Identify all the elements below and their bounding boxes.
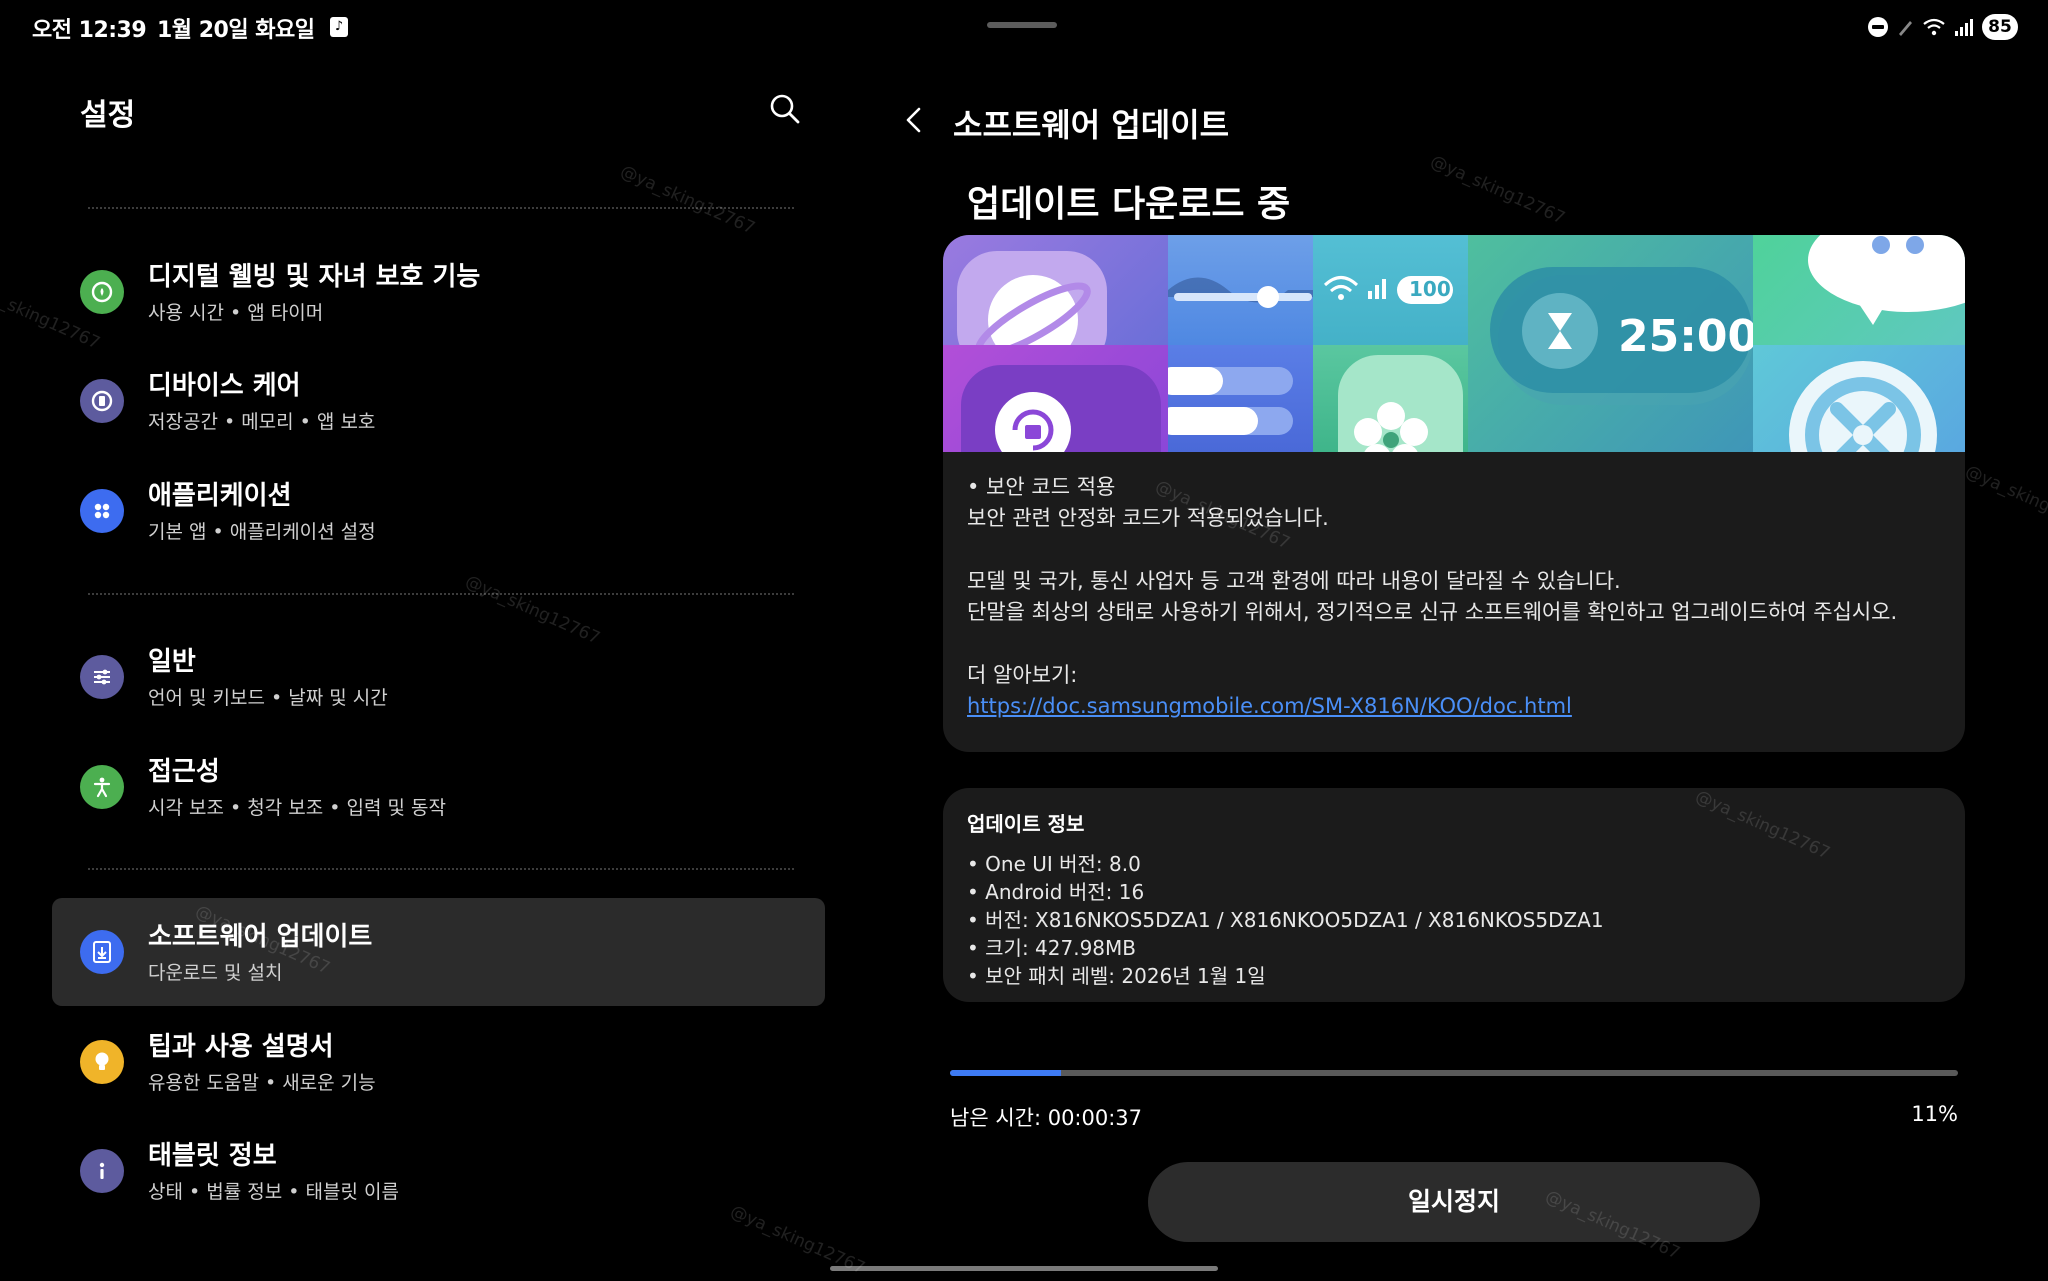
search-button[interactable] — [765, 90, 805, 130]
pen-icon — [1899, 21, 1912, 36]
banner-tile: 100 — [1313, 235, 1468, 345]
menu-item-title: 애플리케이션 — [148, 481, 292, 511]
banner-tile: 25:00 — [1468, 235, 1758, 452]
chat-bubble-icon — [1808, 235, 1965, 325]
menu-item-subtitle: 저장공간 • 메모리 • 앱 보호 — [148, 411, 376, 433]
update-info-title: 업데이트 정보 — [967, 812, 1085, 836]
menu-item-title: 디지털 웰빙 및 자녀 보호 기능 — [148, 262, 481, 292]
release-note-line: 단말을 최상의 상태로 사용하기 위해서, 정기적으로 신규 소프트웨어를 확인… — [967, 600, 1898, 624]
software-update-icon — [80, 930, 124, 974]
download-status-title: 업데이트 다운로드 중 — [967, 184, 1291, 225]
info-icon — [80, 1149, 124, 1193]
release-notes: • 보안 코드 적용 보안 관련 안정화 코드가 적용되었습니다. 모델 및 국… — [943, 452, 1965, 722]
menu-item-title: 디바이스 케어 — [148, 371, 301, 401]
menu-item-general[interactable]: 일반 언어 및 키보드 • 날짜 및 시간 — [52, 623, 825, 731]
menu-item-tips[interactable]: 팁과 사용 설명서 유용한 도움말 • 새로운 기능 — [52, 1008, 825, 1116]
status-icons: 85 — [1868, 14, 2018, 40]
menu-item-device-care[interactable]: 디바이스 케어 저장공간 • 메모리 • 앱 보호 — [52, 347, 825, 455]
menu-item-applications[interactable]: 애플리케이션 기본 앱 • 애플리케이션 설정 — [52, 457, 825, 565]
pause-button[interactable]: 일시정지 — [1148, 1162, 1760, 1242]
menu-item-subtitle: 기본 앱 • 애플리케이션 설정 — [148, 521, 376, 543]
watermark: @ya_sking12767 — [617, 161, 758, 239]
settings-title: 설정 — [80, 98, 136, 133]
divider — [88, 868, 794, 870]
update-info-item: • 크기: 427.98MB — [967, 936, 1137, 960]
menu-item-subtitle: 상태 • 법률 정보 • 태블릿 이름 — [148, 1181, 399, 1203]
banner-tile — [943, 345, 1168, 452]
banner-tile — [1168, 235, 1313, 345]
banner-timer: 25:00 — [1618, 311, 1759, 362]
do-not-disturb-icon — [1868, 17, 1888, 37]
progress-percent: 11% — [1911, 1102, 1958, 1126]
update-info-item: • 보안 패치 레벨: 2026년 1월 1일 — [967, 964, 1266, 988]
download-progress-bar — [950, 1070, 1958, 1076]
update-info-item: • 버전: X816NKOS5DZA1 / X816NKOO5DZA1 / X8… — [967, 908, 1604, 932]
menu-item-title: 일반 — [148, 647, 196, 677]
update-info-item: • Android 버전: 16 — [967, 880, 1145, 904]
page-title: 소프트웨어 업데이트 — [953, 106, 1230, 144]
banner-tile — [1313, 345, 1468, 452]
flower-icon — [1338, 355, 1463, 452]
gear-icon — [1789, 361, 1937, 452]
menu-item-subtitle: 시각 보조 • 청각 보조 • 입력 및 동작 — [148, 797, 446, 819]
banner-battery-value: 100 — [1409, 277, 1451, 301]
navigation-handle[interactable] — [830, 1266, 1218, 1271]
menu-item-digital-wellbeing[interactable]: 디지털 웰빙 및 자녀 보호 기능 사용 시간 • 앱 타이머 — [52, 238, 825, 346]
menu-item-subtitle: 유용한 도움말 • 새로운 기능 — [148, 1072, 376, 1094]
menu-item-software-update[interactable]: 소프트웨어 업데이트 다운로드 및 설치 — [52, 898, 825, 1006]
planet-icon — [957, 251, 1107, 371]
status-time: 오전 12:39 — [32, 18, 147, 43]
menu-item-subtitle: 다운로드 및 설치 — [148, 962, 283, 984]
search-icon — [770, 94, 800, 124]
menu-item-title: 팁과 사용 설명서 — [148, 1032, 334, 1062]
banner-tile — [1158, 345, 1313, 452]
status-date: 1월 20일 화요일 — [157, 18, 315, 43]
rotation-lock-icon — [961, 365, 1161, 452]
release-note-bullet: • 보안 코드 적용 — [967, 475, 1116, 499]
banner-tile — [1753, 235, 1965, 345]
watermark: @ya_sking12767 — [1962, 461, 2048, 539]
banner-tile — [1753, 345, 1965, 452]
update-info-list: • One UI 버전: 8.0 • Android 버전: 16 • 버전: … — [967, 850, 1604, 990]
apps-icon — [80, 489, 124, 533]
menu-item-subtitle: 사용 시간 • 앱 타이머 — [148, 302, 324, 324]
device-care-icon — [80, 379, 124, 423]
release-note-line: 보안 관련 안정화 코드가 적용되었습니다. — [967, 506, 1329, 530]
menu-item-tablet-info[interactable]: 태블릿 정보 상태 • 법률 정보 • 태블릿 이름 — [52, 1117, 825, 1225]
signal-icon — [1955, 19, 1973, 36]
update-info-item: • One UI 버전: 8.0 — [967, 852, 1141, 876]
learn-more-label: 더 알아보기: — [967, 663, 1078, 687]
menu-item-accessibility[interactable]: 접근성 시각 보조 • 청각 보조 • 입력 및 동작 — [52, 733, 825, 841]
tips-icon — [80, 1040, 124, 1084]
chevron-left-icon — [906, 107, 921, 133]
menu-item-title: 접근성 — [148, 757, 220, 787]
digital-wellbeing-icon — [80, 270, 124, 314]
banner-tile — [943, 235, 1168, 371]
release-notes-card: 100 25:00 • 보안 코드 적용 보안 관련 안정화 코드가 적용되었습… — [943, 235, 1965, 752]
window-handle[interactable] — [987, 22, 1057, 28]
accessibility-icon — [80, 765, 124, 809]
learn-more-link[interactable]: https://doc.samsungmobile.com/SM-X816N/K… — [967, 694, 1572, 718]
menu-item-subtitle: 언어 및 키보드 • 날짜 및 시간 — [148, 687, 388, 709]
divider — [88, 593, 794, 595]
slider-icon — [1168, 277, 1313, 308]
menu-item-title: 태블릿 정보 — [148, 1141, 277, 1171]
wifi-icon — [1923, 18, 1945, 36]
remaining-time: 남은 시간: 00:00:37 — [950, 1106, 1143, 1130]
watermark: @ya_sking12767 — [1427, 151, 1568, 229]
update-info-card: 업데이트 정보 • One UI 버전: 8.0 • Android 버전: 1… — [943, 788, 1965, 1002]
notification-icon: ♪ — [330, 17, 348, 37]
battery-indicator: 85 — [1982, 14, 2018, 40]
release-note-line: 모델 및 국가, 통신 사업자 등 고객 환경에 따라 내용이 달라질 수 있습… — [967, 569, 1621, 593]
download-progress-fill — [950, 1070, 1061, 1076]
back-button[interactable] — [895, 100, 935, 140]
general-settings-icon — [80, 655, 124, 699]
status-bar: 오전 12:39 1월 20일 화요일 ♪ 85 — [0, 0, 2048, 56]
toggles-icon — [1158, 367, 1293, 435]
update-banner: 100 25:00 — [943, 235, 1965, 452]
